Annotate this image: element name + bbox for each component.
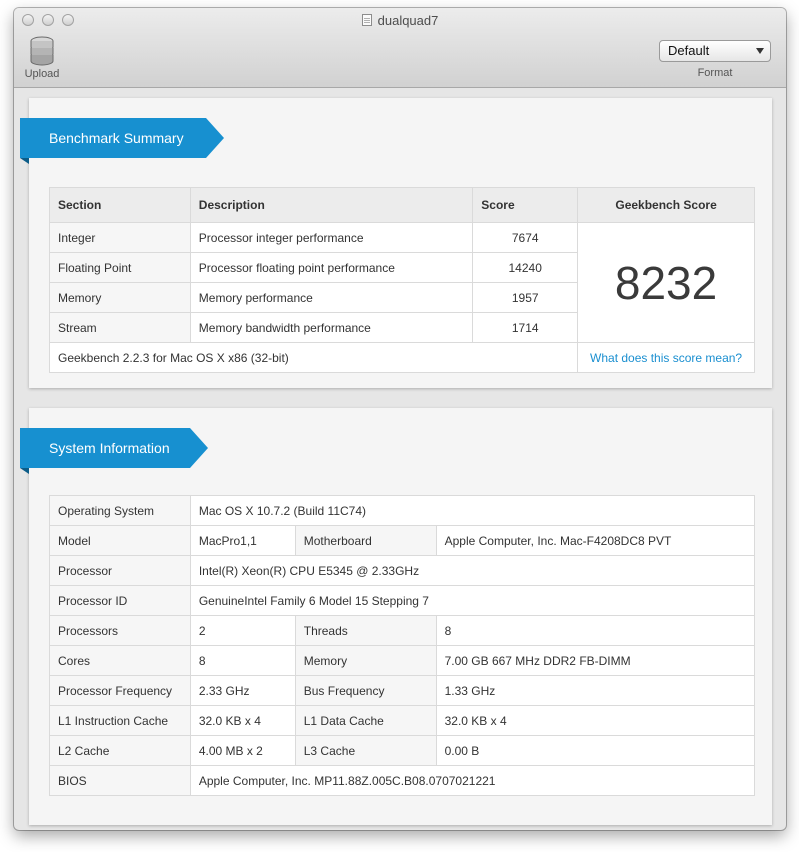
model-label: Model <box>49 525 191 556</box>
geekbench-score-value: 8232 <box>577 222 755 343</box>
table-row: L1 Instruction Cache 32.0 KB x 4 L1 Data… <box>49 705 756 736</box>
score-cell: 14240 <box>472 252 579 283</box>
processor-frequency-value: 2.33 GHz <box>189 675 296 706</box>
score-cell: 1957 <box>472 282 579 313</box>
section-header: Section <box>49 187 191 223</box>
score-header: Score <box>472 187 579 223</box>
l3-cache-value: 0.00 B <box>435 735 756 766</box>
score-meaning-link[interactable]: What does this score mean? <box>577 342 755 373</box>
cores-value: 8 <box>189 645 296 676</box>
system-information-panel: System Information Operating System Mac … <box>20 408 772 825</box>
system-information-table: Operating System Mac OS X 10.7.2 (Build … <box>49 495 756 796</box>
system-information-heading: System Information <box>20 428 208 474</box>
table-row: Integer Processor integer performance 76… <box>49 222 755 343</box>
bus-frequency-label: Bus Frequency <box>294 675 437 706</box>
app-window: dualquad7 Upload Default Format Benchmar… <box>14 8 786 830</box>
title-bar: dualquad7 Upload Default Format <box>14 8 786 88</box>
section-cell: Stream <box>49 312 191 343</box>
motherboard-value: Apple Computer, Inc. Mac-F4208DC8 PVT <box>435 525 756 556</box>
l1-data-cache-label: L1 Data Cache <box>294 705 437 736</box>
model-value: MacPro1,1 <box>189 525 296 556</box>
upload-button[interactable]: Upload <box>22 36 62 80</box>
bios-label: BIOS <box>49 765 191 796</box>
section-cell: Memory <box>49 282 191 313</box>
os-label: Operating System <box>49 495 191 526</box>
document-icon <box>361 14 372 26</box>
table-row: Processor Frequency 2.33 GHz Bus Frequen… <box>49 675 756 706</box>
format-selected-value: Default <box>668 43 710 58</box>
chevron-down-icon <box>756 48 764 54</box>
description-cell: Processor integer performance <box>189 222 474 253</box>
score-cell: 1714 <box>472 312 579 343</box>
description-cell: Processor floating point performance <box>189 252 474 283</box>
upload-label: Upload <box>24 68 60 80</box>
motherboard-label: Motherboard <box>294 525 437 556</box>
processor-id-label: Processor ID <box>49 585 191 616</box>
processors-label: Processors <box>49 615 191 646</box>
database-icon <box>30 36 54 66</box>
description-header: Description <box>189 187 474 223</box>
benchmark-summary-heading: Benchmark Summary <box>20 118 224 164</box>
benchmark-summary-table: Section Description Score Geekbench Scor… <box>48 187 755 373</box>
l2-cache-value: 4.00 MB x 2 <box>189 735 296 766</box>
format-label: Format <box>697 67 733 79</box>
os-value: Mac OS X 10.7.2 (Build 11C74) <box>189 495 756 526</box>
threads-label: Threads <box>294 615 437 646</box>
table-row: Model MacPro1,1 Motherboard Apple Comput… <box>49 525 756 556</box>
window-title-text: dualquad7 <box>377 13 439 28</box>
l2-cache-label: L2 Cache <box>49 735 191 766</box>
summary-header-row: Section Description Score Geekbench Scor… <box>49 187 755 223</box>
summary-footer-row: Geekbench 2.2.3 for Mac OS X x86 (32-bit… <box>48 342 755 373</box>
table-row: Cores 8 Memory 7.00 GB 667 MHz DDR2 FB-D… <box>49 645 756 676</box>
description-cell: Memory performance <box>189 282 474 313</box>
section-cell: Floating Point <box>49 252 191 283</box>
bus-frequency-value: 1.33 GHz <box>435 675 756 706</box>
l1-instruction-cache-value: 32.0 KB x 4 <box>189 705 296 736</box>
processors-value: 2 <box>189 615 296 646</box>
processor-value: Intel(R) Xeon(R) CPU E5345 @ 2.33GHz <box>189 555 756 586</box>
benchmark-summary-panel: Benchmark Summary Section Description Sc… <box>20 98 772 388</box>
table-row: L2 Cache 4.00 MB x 2 L3 Cache 0.00 B <box>49 735 756 766</box>
bios-value: Apple Computer, Inc. MP11.88Z.005C.B08.0… <box>189 765 756 796</box>
table-row: Processors 2 Threads 8 <box>49 615 756 646</box>
geekbench-score-header: Geekbench Score <box>577 187 755 223</box>
section-cell: Integer <box>49 222 191 253</box>
threads-value: 8 <box>435 615 756 646</box>
processor-frequency-label: Processor Frequency <box>49 675 191 706</box>
window-title: dualquad7 <box>14 13 786 28</box>
l1-data-cache-value: 32.0 KB x 4 <box>435 705 756 736</box>
geekbench-version: Geekbench 2.2.3 for Mac OS X x86 (32-bit… <box>48 342 579 373</box>
description-cell: Memory bandwidth performance <box>189 312 474 343</box>
table-row: BIOS Apple Computer, Inc. MP11.88Z.005C.… <box>49 765 756 796</box>
score-cell: 7674 <box>472 222 579 253</box>
processor-id-value: GenuineIntel Family 6 Model 15 Stepping … <box>189 585 756 616</box>
table-row: Operating System Mac OS X 10.7.2 (Build … <box>49 495 756 526</box>
memory-label: Memory <box>294 645 437 676</box>
table-row: Processor Intel(R) Xeon(R) CPU E5345 @ 2… <box>49 555 756 586</box>
memory-value: 7.00 GB 667 MHz DDR2 FB-DIMM <box>435 645 756 676</box>
cores-label: Cores <box>49 645 191 676</box>
processor-label: Processor <box>49 555 191 586</box>
l3-cache-label: L3 Cache <box>294 735 437 766</box>
table-row: Processor ID GenuineIntel Family 6 Model… <box>49 585 756 616</box>
format-select[interactable]: Default <box>659 40 771 62</box>
l1-instruction-cache-label: L1 Instruction Cache <box>49 705 191 736</box>
